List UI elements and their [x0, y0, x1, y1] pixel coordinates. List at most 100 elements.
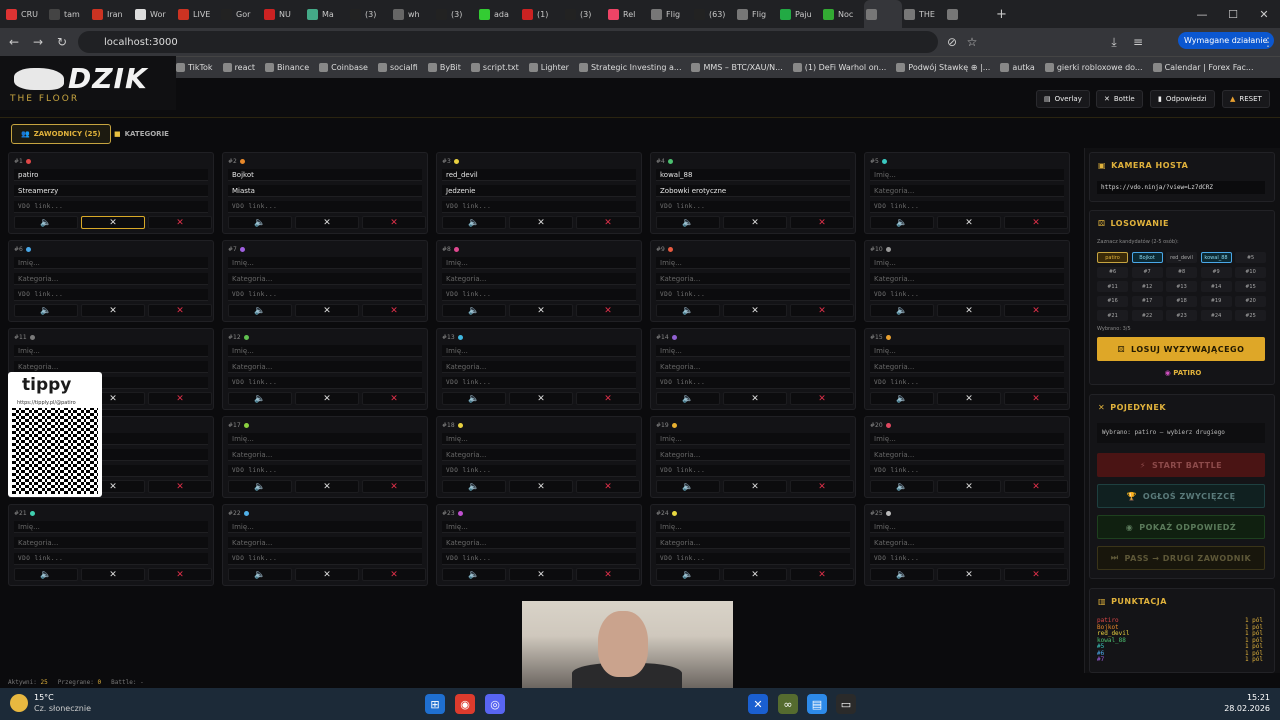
- mute-button[interactable]: 🔈: [228, 568, 292, 581]
- contestant-name-input[interactable]: Imię...: [870, 169, 1064, 181]
- eliminate-button[interactable]: ✕: [937, 392, 1001, 405]
- new-tab-button[interactable]: +: [988, 0, 1009, 28]
- back-icon[interactable]: ←: [2, 30, 26, 54]
- candidate-chip[interactable]: #8: [1166, 266, 1197, 278]
- browser-tab[interactable]: (1): [520, 0, 563, 28]
- contestant-name-input[interactable]: Imię...: [656, 521, 850, 533]
- browser-tab[interactable]: CRU: [4, 0, 47, 28]
- candidate-chip[interactable]: #23: [1166, 310, 1197, 321]
- contestant-name-input[interactable]: Imię...: [14, 257, 208, 269]
- contestant-vdo-input[interactable]: VDO link...: [228, 553, 422, 565]
- eliminate-button[interactable]: ✕: [937, 216, 1001, 229]
- remove-button[interactable]: ✕: [148, 392, 212, 405]
- contestant-vdo-input[interactable]: VDO link...: [228, 201, 422, 213]
- browser-tab[interactable]: Flig: [649, 0, 692, 28]
- contestant-category-input[interactable]: Kategoria...: [442, 449, 636, 461]
- remove-button[interactable]: ✕: [148, 304, 212, 317]
- browser-tab[interactable]: (3): [434, 0, 477, 28]
- contestant-vdo-input[interactable]: VDO link...: [656, 553, 850, 565]
- contestant-vdo-input[interactable]: VDO link...: [870, 201, 1064, 213]
- browser-tab[interactable]: [945, 0, 988, 28]
- mute-button[interactable]: 🔈: [656, 480, 720, 493]
- forward-icon[interactable]: →: [26, 30, 50, 54]
- bookmark-item[interactable]: gierki robloxowe do...: [1044, 63, 1143, 72]
- browser-tab[interactable]: Paju: [778, 0, 821, 28]
- mute-button[interactable]: 🔈: [442, 568, 506, 581]
- bookmark-item[interactable]: autka: [1000, 63, 1035, 72]
- contestant-name-input[interactable]: Imię...: [656, 433, 850, 445]
- mute-button[interactable]: 🔈: [228, 216, 292, 229]
- remove-button[interactable]: ✕: [1004, 480, 1068, 493]
- bookmark-item[interactable]: (1) DeFi Warhol on...: [792, 63, 886, 72]
- bookmark-item[interactable]: Binance: [265, 63, 309, 72]
- browser-tab[interactable]: Flig: [735, 0, 778, 28]
- contestant-category-input[interactable]: Kategoria...: [870, 361, 1064, 373]
- bookmark-item[interactable]: socialfi: [377, 63, 418, 72]
- contestant-vdo-input[interactable]: VDO link...: [228, 377, 422, 389]
- contestant-name-input[interactable]: Imię...: [442, 257, 636, 269]
- mute-button[interactable]: 🔈: [870, 216, 934, 229]
- contestant-vdo-input[interactable]: VDO link...: [14, 289, 208, 301]
- candidate-chip[interactable]: #17: [1131, 295, 1163, 307]
- remove-button[interactable]: ✕: [148, 216, 212, 229]
- contestant-category-input[interactable]: Kategoria...: [870, 185, 1064, 197]
- remove-button[interactable]: ✕: [362, 480, 426, 493]
- contestant-category-input[interactable]: Miasta: [228, 185, 422, 197]
- eliminate-button[interactable]: ✕: [509, 568, 573, 581]
- remove-button[interactable]: ✕: [790, 216, 854, 229]
- browser-tab[interactable]: Rel: [606, 0, 649, 28]
- contestant-name-input[interactable]: Imię...: [870, 433, 1064, 445]
- candidate-chip[interactable]: #20: [1235, 295, 1266, 307]
- eliminate-button[interactable]: ✕: [509, 216, 573, 229]
- candidate-chip[interactable]: #13: [1166, 281, 1197, 292]
- download-icon[interactable]: ⤓: [1102, 30, 1126, 54]
- maximize-icon[interactable]: ☐: [1218, 0, 1248, 28]
- contestant-name-input[interactable]: Bojkot: [228, 169, 422, 181]
- contestant-name-input[interactable]: Imię...: [442, 433, 636, 445]
- eliminate-button[interactable]: ✕: [81, 304, 145, 317]
- contestant-vdo-input[interactable]: VDO link...: [656, 289, 850, 301]
- remove-button[interactable]: ✕: [790, 304, 854, 317]
- contestant-vdo-input[interactable]: VDO link...: [228, 465, 422, 477]
- contestant-vdo-input[interactable]: VDO link...: [442, 377, 636, 389]
- contestant-vdo-input[interactable]: VDO link...: [870, 289, 1064, 301]
- remove-button[interactable]: ✕: [576, 216, 640, 229]
- contestant-category-input[interactable]: Kategoria...: [228, 449, 422, 461]
- remove-button[interactable]: ✕: [790, 480, 854, 493]
- contestant-vdo-input[interactable]: VDO link...: [870, 553, 1064, 565]
- remove-button[interactable]: ✕: [362, 216, 426, 229]
- contestant-category-input[interactable]: Kategoria...: [442, 537, 636, 549]
- contestant-name-input[interactable]: Imię...: [14, 521, 208, 533]
- candidate-chip[interactable]: #21: [1097, 310, 1128, 321]
- contestant-name-input[interactable]: kowal_88: [656, 169, 850, 181]
- contestant-name-input[interactable]: Imię...: [228, 433, 422, 445]
- contestant-vdo-input[interactable]: VDO link...: [14, 553, 208, 565]
- contestant-name-input[interactable]: Imię...: [14, 345, 208, 357]
- eliminate-button[interactable]: ✕: [295, 216, 359, 229]
- contestant-name-input[interactable]: Imię...: [870, 521, 1064, 533]
- eliminate-button[interactable]: ✕: [723, 480, 787, 493]
- mute-button[interactable]: 🔈: [656, 216, 720, 229]
- bookmark-star-icon[interactable]: ☆: [960, 30, 984, 54]
- draw-challenger-button[interactable]: ⚄ LOSUJ WYZYWAJĄCEGO: [1097, 337, 1265, 361]
- mute-button[interactable]: 🔈: [870, 480, 934, 493]
- contestant-category-input[interactable]: Zobowki erotyczne: [656, 185, 850, 197]
- eliminate-button[interactable]: ✕: [937, 304, 1001, 317]
- contestant-name-input[interactable]: patiro: [14, 169, 208, 181]
- tab-categories[interactable]: ■ KATEGORIE: [105, 124, 178, 144]
- announce-winner-button[interactable]: 🏆 OGŁOŚ ZWYCIĘZCĘ: [1097, 484, 1265, 508]
- contestant-category-input[interactable]: Kategoria...: [656, 273, 850, 285]
- contestant-category-input[interactable]: Jedzenie: [442, 185, 636, 197]
- browser-tab[interactable]: ada: [477, 0, 520, 28]
- remove-button[interactable]: ✕: [790, 568, 854, 581]
- contestant-category-input[interactable]: Kategoria...: [870, 537, 1064, 549]
- eliminate-button[interactable]: ✕: [295, 304, 359, 317]
- contestant-vdo-input[interactable]: VDO link...: [442, 289, 636, 301]
- browser-tab[interactable]: Gor: [219, 0, 262, 28]
- contestant-name-input[interactable]: Imię...: [228, 345, 422, 357]
- contestant-vdo-input[interactable]: VDO link...: [656, 201, 850, 213]
- contestant-category-input[interactable]: Kategoria...: [656, 361, 850, 373]
- mute-button[interactable]: 🔈: [442, 304, 506, 317]
- contestant-vdo-input[interactable]: VDO link...: [870, 465, 1064, 477]
- eliminate-button[interactable]: ✕: [723, 304, 787, 317]
